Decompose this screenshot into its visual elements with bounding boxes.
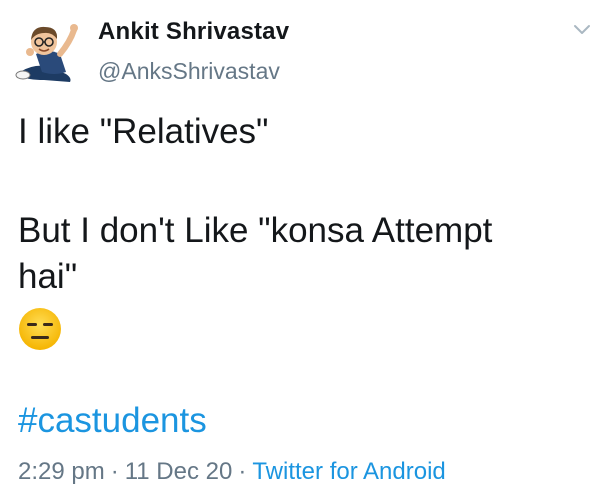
tweet-text-line-3: hai" [18, 257, 78, 296]
cartoon-avatar-icon [15, 24, 78, 82]
tweet-time[interactable]: 2:29 pm [18, 458, 105, 485]
tweet-text-line-1: I like "Relatives" [18, 112, 269, 151]
tweet-date[interactable]: 11 Dec 20 [125, 458, 233, 485]
tweet-source-link[interactable]: Twitter for Android [252, 458, 445, 485]
meta-separator: · [238, 458, 247, 485]
author-name[interactable]: Ankit Shrivastav [98, 18, 289, 46]
tweet-text-line-2: But I don't Like "konsa Attempt [18, 211, 493, 250]
meta-separator: · [110, 458, 119, 485]
author-handle[interactable]: @AnksShrivastav [98, 58, 280, 85]
hashtag-link[interactable]: #castudents [18, 401, 207, 441]
tweet-card: Ankit Shrivastav @AnksShrivastav I like … [0, 0, 600, 501]
chevron-down-icon[interactable] [572, 22, 592, 36]
expressionless-face-icon [17, 306, 63, 352]
tweet-meta: 2:29 pm · 11 Dec 20 · Twitter for Android [18, 457, 446, 487]
avatar[interactable] [14, 14, 90, 84]
